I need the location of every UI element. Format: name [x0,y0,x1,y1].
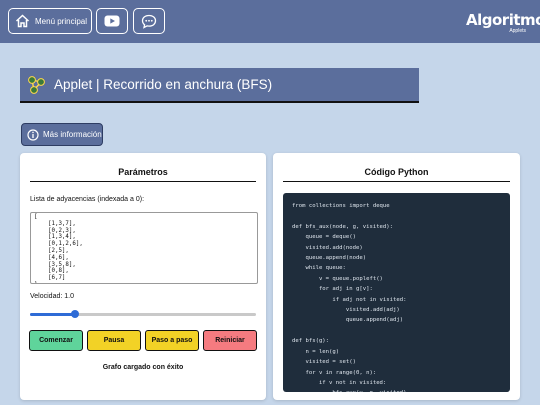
adjacency-label: Lista de adyacencias (indexada a 0): [30,196,145,203]
more-info-button[interactable]: Más información [21,123,103,146]
top-bar: Menú principal Algoritmos Applets [0,0,540,43]
page-title: Applet | Recorrido en anchura (BFS) [54,77,273,92]
main-menu-label: Menú principal [35,16,88,26]
code-line: v = queue.popleft() [292,275,383,282]
more-info-label: Más información [43,130,102,139]
algoritmos-logo[interactable]: Algoritmos Applets [466,8,540,36]
start-button[interactable]: Comenzar [29,330,83,351]
graph-icon [28,75,45,94]
code-line: for adj in g[v]: [292,286,373,293]
reset-button[interactable]: Reiniciar [203,330,257,351]
logo-sub: Applets [509,28,526,34]
parameters-title: Parámetros [30,167,256,182]
status-message: Grafo cargado con éxito [102,364,184,371]
home-icon [15,14,30,28]
code-line: if v not in visited: [292,379,387,386]
code-line: if adj not in visited: [292,296,407,303]
code-title: Código Python [283,167,510,182]
main-menu-button[interactable]: Menú principal [8,8,92,34]
code-line: bfs_aux(v, g, visited) [292,388,501,392]
slider-thumb[interactable] [71,310,80,318]
chat-button[interactable] [133,8,165,34]
code-panel: Código Python from collections import de… [273,153,520,400]
code-line: queue.append(adj) [292,317,404,324]
speed-slider[interactable] [30,310,256,318]
python-code-block: from collections import deque def bfs_au… [283,193,510,392]
code-line: queue.append(node) [292,255,367,262]
logo-word: Algoritmos [466,11,540,29]
code-line: while queue: [292,265,346,272]
adjacency-list-input[interactable]: [ [1,3,7], [0,2,3], [1,3,4], [0,1,2,6], … [30,212,258,284]
youtube-button[interactable] [96,8,128,34]
step-button[interactable]: Paso a paso [145,330,199,351]
code-line: n = len(g) [292,348,340,355]
code-line: from collections import deque [292,203,390,209]
code-line: visited.add(adj) [292,307,400,314]
parameters-panel: Parámetros Lista de adyacencias (indexad… [20,153,266,400]
pause-button[interactable]: Pausa [87,330,141,351]
code-line: visited = set() [292,359,356,366]
code-line: queue = deque() [292,234,356,241]
page-title-bar: Applet | Recorrido en anchura (BFS) [20,68,419,103]
chat-icon [141,14,157,29]
code-line: def bfs_aux(node, g, visited): [292,223,394,230]
code-line: def bfs(g): [292,338,330,345]
speed-label: Velocidad: 1.0 [30,293,74,300]
info-icon [27,128,39,141]
slider-fill [30,313,76,316]
youtube-icon [104,15,120,27]
code-line: visited.add(node) [292,244,363,251]
code-line: for v in range(0, n): [292,369,377,376]
